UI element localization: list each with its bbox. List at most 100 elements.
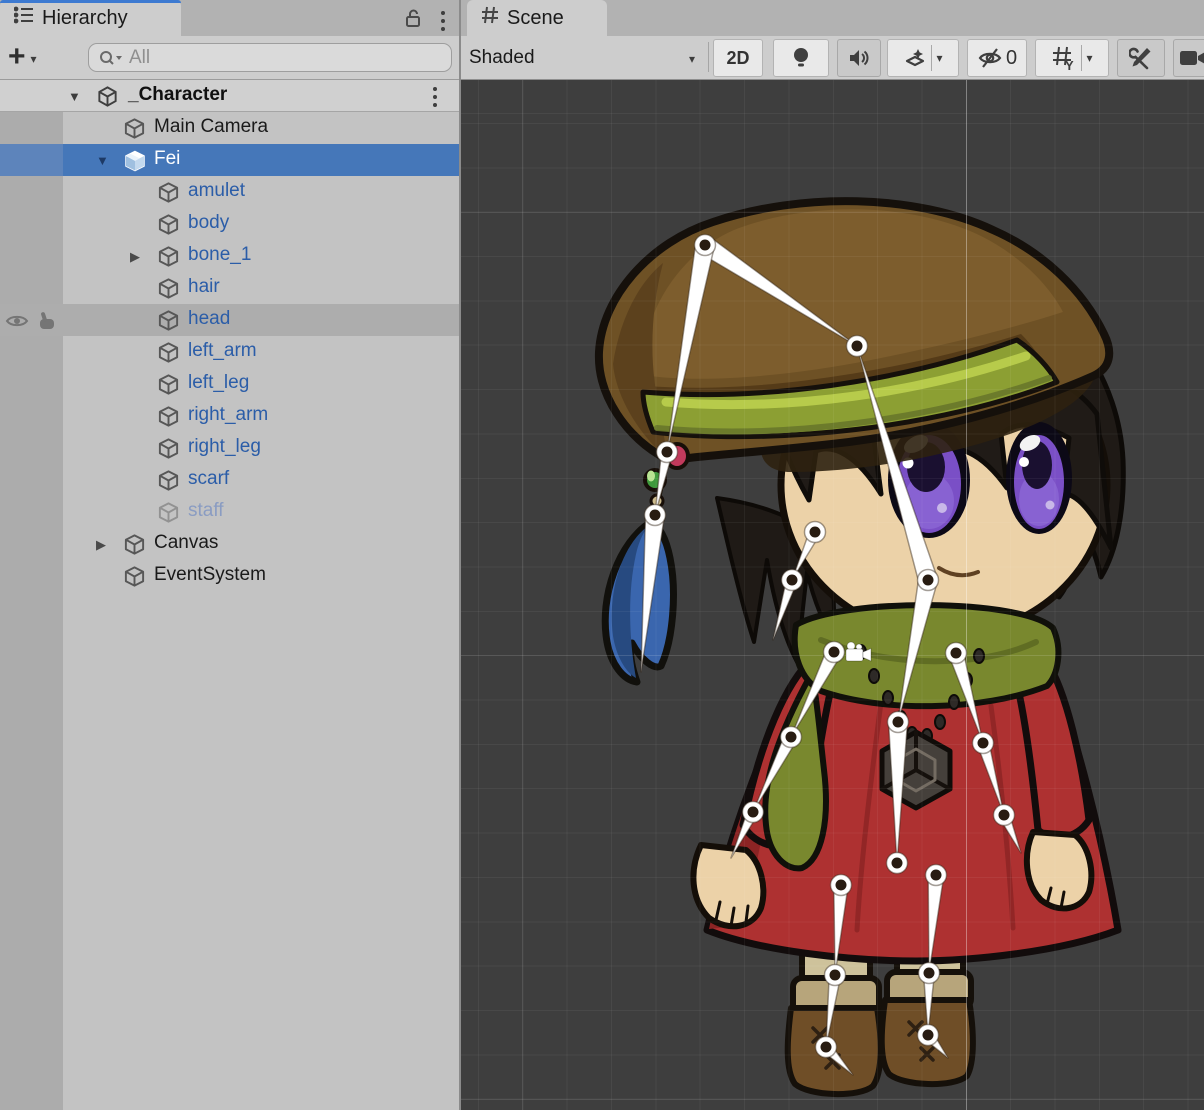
hierarchy-item-scarf[interactable]: scarf xyxy=(0,464,459,496)
bone-joint-center xyxy=(829,647,840,658)
grid-settings-button[interactable]: Y ▾ xyxy=(1035,39,1109,77)
hierarchy-item-canvas[interactable]: ▶ Canvas xyxy=(0,528,459,560)
bone-joint-center xyxy=(748,807,759,818)
bone-joint-center xyxy=(852,341,863,352)
scene-grid-icon xyxy=(481,6,499,30)
hierarchy-item-eventsystem[interactable]: EventSystem xyxy=(0,560,459,592)
bone[interactable] xyxy=(898,576,937,722)
bone-joint-center xyxy=(700,240,711,251)
item-label: staff xyxy=(188,500,224,522)
cube-icon xyxy=(157,181,180,210)
cube-icon xyxy=(157,309,180,338)
hierarchy-kebab-menu-icon[interactable] xyxy=(441,11,445,31)
hierarchy-item-bone-1[interactable]: ▶ bone_1 xyxy=(0,240,459,272)
prefab-cube-icon xyxy=(123,149,147,179)
item-label: right_leg xyxy=(188,436,261,458)
hierarchy-tree: ▼ _Character Main Camera ▼Fei amulet body ▶ b… xyxy=(0,80,459,1110)
hierarchy-scene-row[interactable]: ▼ _Character xyxy=(0,80,459,112)
bone[interactable] xyxy=(857,346,937,584)
item-label: Main Camera xyxy=(154,116,268,138)
hierarchy-item-main-camera[interactable]: Main Camera xyxy=(0,112,459,144)
bone[interactable] xyxy=(667,241,714,452)
hierarchy-item-right-leg[interactable]: right_leg xyxy=(0,432,459,464)
chevron-down-icon: ▾ xyxy=(1086,52,1092,64)
bone[interactable] xyxy=(641,511,664,672)
item-label: left_arm xyxy=(188,340,257,362)
item-label: head xyxy=(188,308,230,330)
cube-icon xyxy=(157,277,180,306)
item-label: Canvas xyxy=(154,532,218,554)
item-label: bone_1 xyxy=(188,244,251,266)
hierarchy-item-left-arm[interactable]: left_arm xyxy=(0,336,459,368)
unity-editor-window: Hierarchy + ▾ xyxy=(0,0,1204,1110)
hierarchy-item-right-arm[interactable]: right_arm xyxy=(0,400,459,432)
hidden-count-label: 0 xyxy=(1006,47,1017,70)
cube-icon xyxy=(157,405,180,434)
cube-icon xyxy=(157,213,180,242)
cube-icon xyxy=(157,341,180,370)
scene-viewport[interactable] xyxy=(461,80,1204,1110)
chevron-down-icon: ▾ xyxy=(936,52,942,64)
lock-icon[interactable] xyxy=(403,7,423,34)
expander-icon[interactable]: ▶ xyxy=(130,249,140,265)
camera-settings-button[interactable] xyxy=(1173,39,1204,77)
toggle-2d-button[interactable]: 2D xyxy=(713,39,763,77)
audio-toggle-button[interactable] xyxy=(837,39,881,77)
hidden-eye-icon xyxy=(977,47,1003,69)
pickability-hand-icon[interactable] xyxy=(34,311,58,337)
draw-mode-dropdown[interactable]: Shaded ▾ xyxy=(469,39,703,77)
bone-joint-center xyxy=(931,870,942,881)
effects-sparkle-icon xyxy=(903,46,927,70)
tab-scene[interactable]: Scene xyxy=(467,0,607,36)
active-tab-accent xyxy=(0,0,181,3)
expander-icon[interactable]: ▼ xyxy=(96,153,109,168)
bone-overlay[interactable] xyxy=(461,80,1204,1110)
cube-icon xyxy=(157,437,180,466)
tab-hierarchy[interactable]: Hierarchy xyxy=(0,0,181,36)
bone[interactable] xyxy=(700,237,857,346)
search-box[interactable] xyxy=(88,43,452,72)
unity-scene-icon xyxy=(96,85,119,113)
hierarchy-tabbar: Hierarchy xyxy=(0,0,459,36)
grid-axis-icon: Y xyxy=(1051,45,1077,71)
cube-icon xyxy=(123,117,146,146)
bone-joint-center xyxy=(650,510,661,521)
expander-icon[interactable]: ▶ xyxy=(96,537,106,553)
scene-tools-button[interactable] xyxy=(1117,39,1165,77)
visibility-eye-icon[interactable] xyxy=(4,312,30,336)
hierarchy-panel: Hierarchy + ▾ xyxy=(0,0,461,1110)
cube-icon xyxy=(123,533,146,562)
plus-icon: + xyxy=(8,44,26,70)
bone[interactable] xyxy=(928,871,944,973)
hierarchy-item-staff[interactable]: staff xyxy=(0,496,459,528)
scene-tabbar: Scene xyxy=(461,0,1204,36)
camera-gizmo-icon[interactable] xyxy=(843,640,875,668)
bone-joint-center xyxy=(924,968,935,979)
cube-icon xyxy=(157,245,180,274)
search-input[interactable] xyxy=(89,44,451,71)
cube-icon xyxy=(123,565,146,594)
hierarchy-item-body[interactable]: body xyxy=(0,208,459,240)
create-button[interactable]: + ▾ xyxy=(8,41,60,73)
bone[interactable] xyxy=(889,718,908,863)
hierarchy-item-head[interactable]: head xyxy=(0,304,459,336)
light-bulb-icon xyxy=(792,46,810,70)
bone-joint-center xyxy=(923,1030,934,1041)
effects-dropdown-button[interactable]: ▾ xyxy=(887,39,959,77)
item-label: amulet xyxy=(188,180,245,202)
camera-icon xyxy=(1179,49,1204,67)
hierarchy-item-hair[interactable]: hair xyxy=(0,272,459,304)
bone-joint-center xyxy=(923,575,934,586)
speaker-icon xyxy=(848,48,870,68)
bone-joint-center xyxy=(786,732,797,743)
2d-label: 2D xyxy=(726,48,749,69)
bone-joint-center xyxy=(662,447,673,458)
item-label: hair xyxy=(188,276,220,298)
lighting-toggle-button[interactable] xyxy=(773,39,829,77)
cube-icon xyxy=(157,501,180,530)
scene-visibility-button[interactable]: 0 xyxy=(967,39,1027,77)
hierarchy-item-amulet[interactable]: amulet xyxy=(0,176,459,208)
scene-kebab-menu-icon[interactable] xyxy=(433,87,437,107)
hierarchy-item-fei[interactable]: ▼Fei xyxy=(0,144,459,176)
hierarchy-item-left-leg[interactable]: left_leg xyxy=(0,368,459,400)
